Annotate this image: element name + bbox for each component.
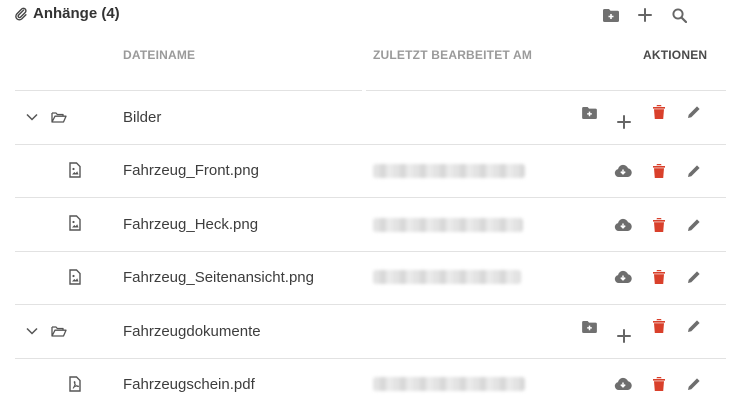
- add-button[interactable]: [628, 6, 662, 24]
- new-folder-button[interactable]: [594, 6, 628, 24]
- new-folder-icon: [581, 107, 597, 119]
- row-actions: [15, 198, 726, 251]
- trash-icon: [653, 105, 665, 119]
- download-icon: [614, 377, 632, 390]
- new-folder-icon: [581, 321, 597, 333]
- table-row[interactable]: Bilder: [15, 91, 726, 144]
- pencil-icon: [688, 105, 701, 118]
- edit-button[interactable]: [685, 103, 703, 121]
- table-row[interactable]: Fahrzeugschein.pdf: [15, 359, 726, 412]
- add-file-button[interactable]: [615, 113, 633, 131]
- plus-icon: [638, 8, 652, 22]
- new-folder-button[interactable]: [580, 104, 598, 122]
- trash-icon: [653, 218, 665, 232]
- delete-button[interactable]: [650, 216, 668, 234]
- new-folder-button[interactable]: [580, 318, 598, 336]
- new-folder-icon: [603, 8, 619, 22]
- title-wrap: Anhänge (4): [14, 5, 120, 22]
- pencil-icon: [688, 164, 701, 177]
- pencil-icon: [688, 319, 701, 332]
- paperclip-icon: [15, 7, 27, 21]
- panel-title: Anhänge (4): [33, 5, 120, 22]
- download-icon: [614, 270, 632, 283]
- row-actions: [15, 91, 726, 144]
- delete-button[interactable]: [650, 103, 668, 121]
- delete-button[interactable]: [650, 268, 668, 286]
- trash-icon: [653, 270, 665, 284]
- edit-button[interactable]: [685, 317, 703, 335]
- edit-button[interactable]: [685, 216, 703, 234]
- table-row[interactable]: Fahrzeugdokumente: [15, 305, 726, 358]
- trash-icon: [653, 319, 665, 333]
- edit-button[interactable]: [685, 162, 703, 180]
- edit-button[interactable]: [685, 268, 703, 286]
- column-header-filename[interactable]: DATEINAME: [123, 48, 195, 62]
- trash-icon: [653, 164, 665, 178]
- row-actions: [15, 359, 726, 412]
- download-button[interactable]: [614, 162, 632, 180]
- column-header-actions: AKTIONEN: [643, 48, 708, 62]
- table-row[interactable]: Fahrzeug_Seitenansicht.png: [15, 252, 726, 305]
- attachments-header: Anhänge (4): [14, 0, 728, 30]
- download-icon: [614, 164, 632, 177]
- table-row[interactable]: Fahrzeug_Heck.png: [15, 198, 726, 251]
- download-button[interactable]: [614, 268, 632, 286]
- pencil-icon: [688, 218, 701, 231]
- pencil-icon: [688, 377, 701, 390]
- trash-icon: [653, 377, 665, 391]
- row-actions: [15, 305, 726, 358]
- edit-button[interactable]: [685, 375, 703, 393]
- plus-icon: [617, 329, 631, 343]
- row-actions: [15, 145, 726, 198]
- search-button[interactable]: [662, 6, 696, 24]
- plus-icon: [617, 115, 631, 129]
- pencil-icon: [688, 270, 701, 283]
- search-icon: [671, 7, 687, 23]
- table-row[interactable]: Fahrzeug_Front.png: [15, 145, 726, 198]
- download-button[interactable]: [614, 216, 632, 234]
- row-actions: [15, 252, 726, 305]
- download-icon: [614, 218, 632, 231]
- delete-button[interactable]: [650, 375, 668, 393]
- download-button[interactable]: [614, 375, 632, 393]
- header-actions: [594, 6, 696, 24]
- add-file-button[interactable]: [615, 327, 633, 345]
- delete-button[interactable]: [650, 317, 668, 335]
- delete-button[interactable]: [650, 162, 668, 180]
- column-header-last-modified[interactable]: ZULETZT BEARBEITET AM: [373, 48, 532, 62]
